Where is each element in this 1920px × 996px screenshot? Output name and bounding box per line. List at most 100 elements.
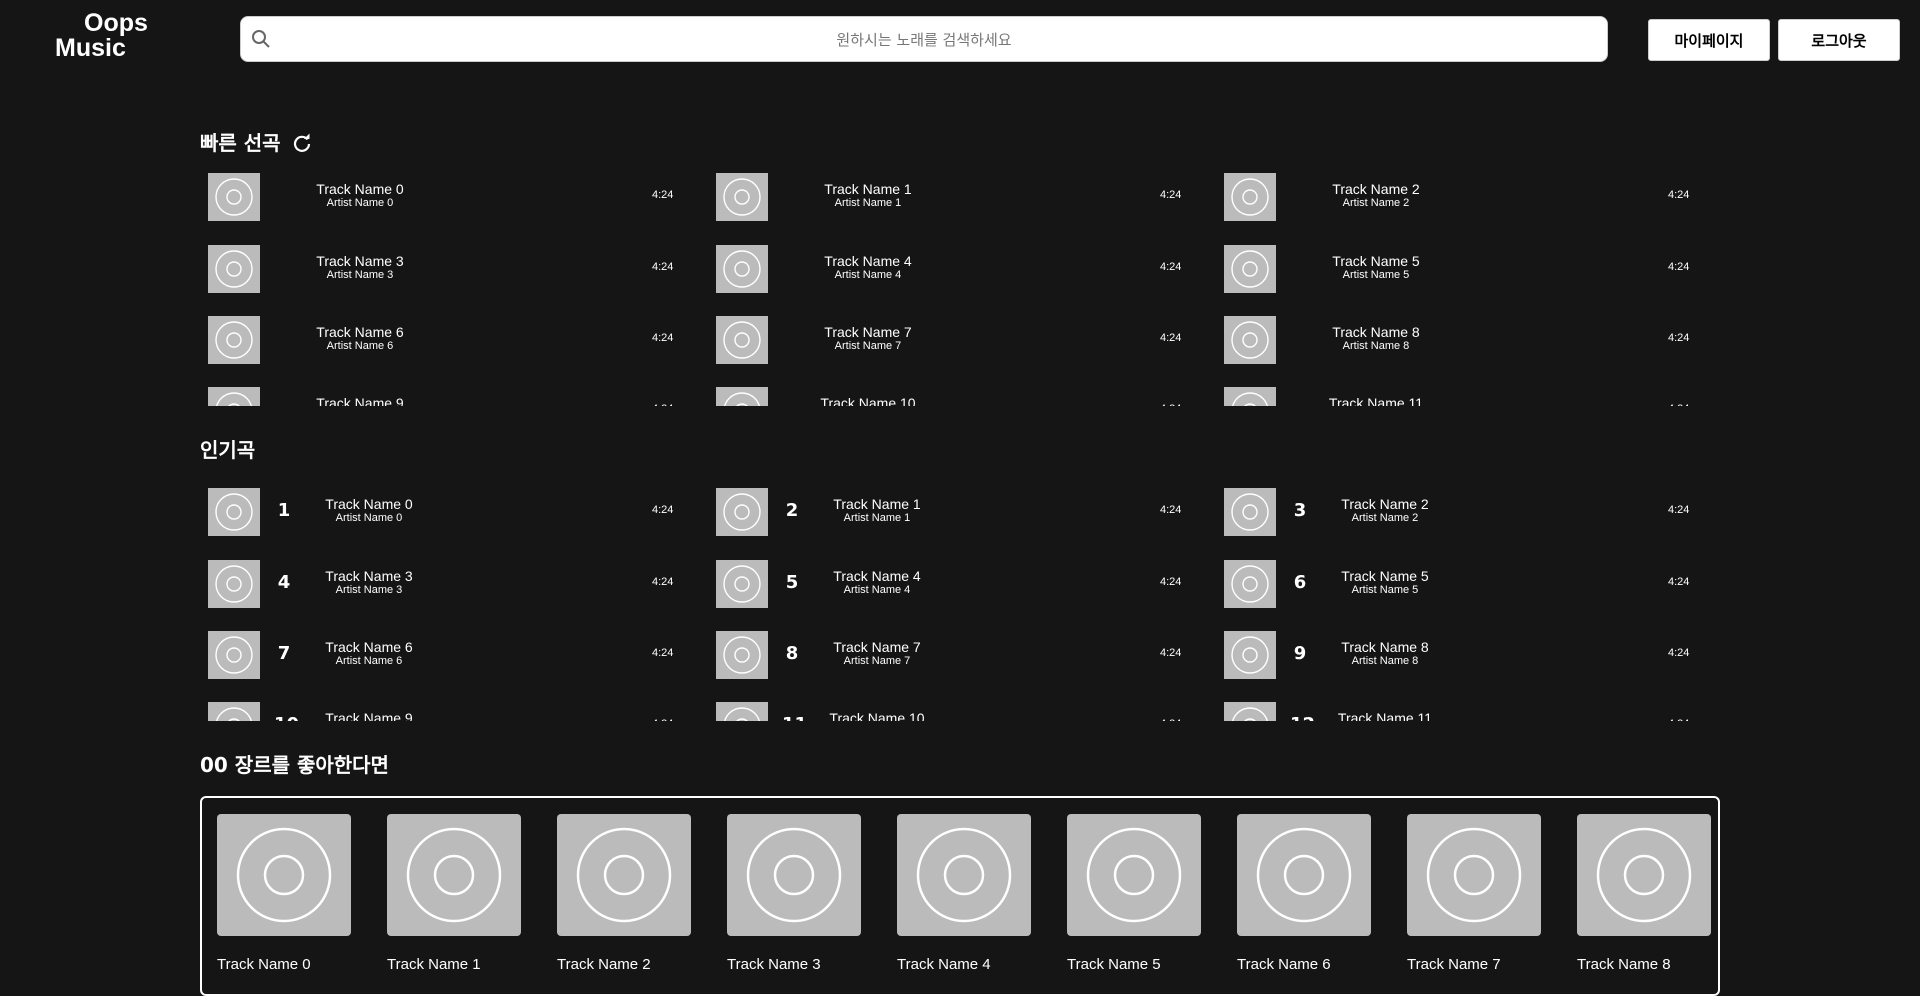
genre-card-title: Track Name 4 <box>897 956 991 973</box>
track-info: Track Name 2 Artist Name 2 <box>1301 181 1451 210</box>
popular-track-item[interactable]: 9 Track Name 8 Artist Name 8 4:24 <box>1216 631 1706 679</box>
track-info: Track Name 6 Artist Name 6 <box>285 324 435 353</box>
quick-pick-track-item[interactable]: Track Name 10Artist Name 10 4:24 <box>708 387 1198 406</box>
track-name: Track Name 0 <box>325 496 413 512</box>
album-disc-icon <box>1596 827 1692 923</box>
genre-track-card[interactable]: Track Name 4 <box>897 814 1031 973</box>
popular-title: 인기곡 <box>200 437 255 463</box>
track-duration: 4:24 <box>652 504 674 516</box>
artist-name: Artist Name 5 <box>1342 269 1410 281</box>
popular-track-item[interactable]: 5 Track Name 4 Artist Name 4 4:24 <box>708 560 1198 608</box>
popular-track-item[interactable]: 8 Track Name 7 Artist Name 7 4:24 <box>708 631 1198 679</box>
album-disc-icon <box>215 392 253 406</box>
search-bar[interactable]: 원하시는 노래를 검색하세요 <box>240 16 1608 62</box>
track-thumbnail <box>716 488 768 536</box>
track-info: Track Name 2 Artist Name 2 <box>1310 496 1460 525</box>
track-duration: 4:24 <box>1668 332 1690 344</box>
refresh-icon[interactable] <box>291 132 313 154</box>
logo-line-2: Music <box>55 34 126 62</box>
album-disc-icon <box>723 636 761 674</box>
track-name: Track Name 7 <box>824 324 912 340</box>
genre-track-card[interactable]: Track Name 6 <box>1237 814 1371 973</box>
track-duration: 4:24 <box>1160 718 1181 721</box>
album-disc-icon <box>1256 827 1352 923</box>
track-name: Track Name 6 <box>325 639 413 655</box>
track-duration: 4:24 <box>1160 403 1181 406</box>
genre-track-card[interactable]: Track Name 7 <box>1407 814 1541 973</box>
quick-pick-track-item[interactable]: Track Name 4 Artist Name 4 4:24 <box>708 245 1198 293</box>
album-disc-icon <box>723 392 761 406</box>
quick-pick-track-item[interactable]: Track Name 8 Artist Name 8 4:24 <box>1216 316 1706 364</box>
artist-name: Artist Name 2 <box>1351 512 1419 524</box>
track-thumbnail <box>716 316 768 364</box>
genre-track-card[interactable]: Track Name 3 <box>727 814 861 973</box>
quick-pick-track-item[interactable]: Track Name 2 Artist Name 2 4:24 <box>1216 173 1706 221</box>
popular-track-item[interactable]: 2 Track Name 1 Artist Name 1 4:24 <box>708 488 1198 536</box>
track-thumbnail <box>1224 702 1276 721</box>
track-thumbnail <box>716 173 768 221</box>
track-duration: 4:24 <box>1668 718 1689 721</box>
track-info: Track Name 1 Artist Name 1 <box>802 496 952 525</box>
track-info: Track Name 10Artist Name 10 <box>802 710 952 721</box>
genre-track-card[interactable]: Track Name 0 <box>217 814 351 973</box>
track-name: Track Name 1 <box>824 181 912 197</box>
popular-track-item[interactable]: 12Track Name 11Artist Name 11 4:24 <box>1216 702 1706 721</box>
quick-pick-track-item[interactable]: Track Name 9Artist Name 9 4:24 <box>200 387 690 406</box>
track-name: Track Name 4 <box>833 568 921 584</box>
artist-name: Artist Name 4 <box>843 584 911 596</box>
quick-pick-track-item[interactable]: Track Name 5 Artist Name 5 4:24 <box>1216 245 1706 293</box>
track-thumbnail <box>1224 316 1276 364</box>
genre-carousel[interactable]: Track Name 0 Track Name 1 Track Name 2 Trac… <box>200 796 1720 996</box>
quick-pick-track-item[interactable]: Track Name 0 Artist Name 0 4:24 <box>200 173 690 221</box>
logout-button[interactable]: 로그아웃 <box>1778 19 1900 61</box>
genre-track-card[interactable]: Track Name 2 <box>557 814 691 973</box>
search-input[interactable]: 원하시는 노래를 검색하세요 <box>836 29 1011 50</box>
track-rank: 8 <box>785 643 799 664</box>
track-duration: 4:24 <box>1160 504 1182 516</box>
artist-name: Artist Name 5 <box>1351 584 1419 596</box>
popular-track-item[interactable]: 11Track Name 10Artist Name 10 4:24 <box>708 702 1198 721</box>
track-thumbnail <box>208 387 260 406</box>
mypage-button[interactable]: 마이페이지 <box>1648 19 1770 61</box>
genre-track-card[interactable]: Track Name 5 <box>1067 814 1201 973</box>
popular-track-item[interactable]: 10Track Name 9Artist Name 9 4:24 <box>200 702 690 721</box>
popular-track-item[interactable]: 4 Track Name 3 Artist Name 3 4:24 <box>200 560 690 608</box>
track-duration: 4:24 <box>652 718 673 721</box>
track-rank: 3 <box>1293 500 1307 521</box>
track-duration: 4:24 <box>1668 189 1690 201</box>
track-rank: 12 <box>1290 714 1315 721</box>
app-logo[interactable]: Oops Music <box>55 11 148 62</box>
genre-card-artwork <box>1577 814 1711 936</box>
track-rank: 10 <box>274 714 299 721</box>
quick-pick-track-item[interactable]: Track Name 11Artist Name 11 4:24 <box>1216 387 1706 406</box>
genre-card-title: Track Name 0 <box>217 956 311 973</box>
artist-name: Artist Name 6 <box>335 655 403 667</box>
track-duration: 4:24 <box>652 332 674 344</box>
track-rank: 6 <box>1293 572 1307 593</box>
artist-name: Artist Name 6 <box>326 340 394 352</box>
track-duration: 4:24 <box>652 261 674 273</box>
popular-track-item[interactable]: 6 Track Name 5 Artist Name 5 4:24 <box>1216 560 1706 608</box>
popular-track-item[interactable]: 1 Track Name 0 Artist Name 0 4:24 <box>200 488 690 536</box>
popular-track-item[interactable]: 3 Track Name 2 Artist Name 2 4:24 <box>1216 488 1706 536</box>
album-disc-icon <box>1231 321 1269 359</box>
artist-name: Artist Name 1 <box>834 197 902 209</box>
track-rank: 1 <box>277 500 291 521</box>
album-disc-icon <box>215 250 253 288</box>
track-thumbnail <box>208 560 260 608</box>
artist-name: Artist Name 1 <box>843 512 911 524</box>
genre-track-card[interactable]: Track Name 8 <box>1577 814 1711 973</box>
artist-name: Artist Name 3 <box>326 269 394 281</box>
track-duration: 4:24 <box>652 576 674 588</box>
quick-pick-track-item[interactable]: Track Name 6 Artist Name 6 4:24 <box>200 316 690 364</box>
track-name: Track Name 5 <box>1341 568 1429 584</box>
popular-track-item[interactable]: 7 Track Name 6 Artist Name 6 4:24 <box>200 631 690 679</box>
quick-pick-track-item[interactable]: Track Name 3 Artist Name 3 4:24 <box>200 245 690 293</box>
track-info: Track Name 3 Artist Name 3 <box>294 568 444 597</box>
genre-card-artwork <box>1237 814 1371 936</box>
quick-pick-track-item[interactable]: Track Name 7 Artist Name 7 4:24 <box>708 316 1198 364</box>
album-disc-icon <box>746 827 842 923</box>
genre-track-card[interactable]: Track Name 1 <box>387 814 521 973</box>
track-name: Track Name 11 <box>1328 395 1424 406</box>
quick-pick-track-item[interactable]: Track Name 1 Artist Name 1 4:24 <box>708 173 1198 221</box>
